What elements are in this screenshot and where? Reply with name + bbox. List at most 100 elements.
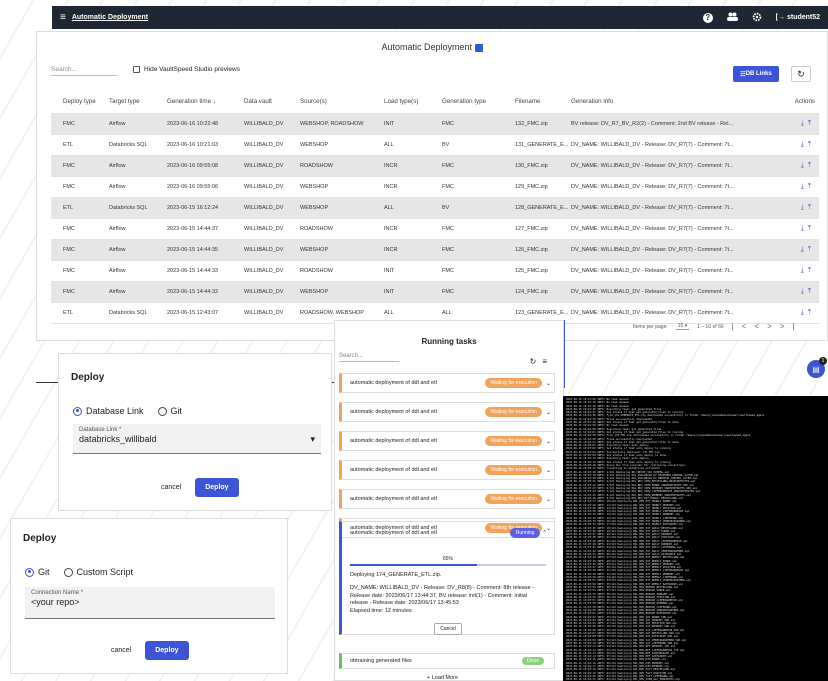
cancel-button[interactable]: cancel	[161, 484, 181, 491]
column-header[interactable]: Filename	[515, 98, 571, 105]
deploy-button[interactable]: Deploy	[195, 478, 239, 497]
table-row[interactable]: ETL Databricks SQL 2023-06-15 16:12:24 WILL…	[51, 198, 819, 219]
table-row[interactable]: FMC Airflow 2023-06-15 14:44:33 WILLIBALD_D…	[51, 261, 819, 282]
column-header[interactable]: Data vault	[244, 98, 300, 105]
field-label: Database Link *	[79, 427, 122, 433]
table-cell: ALL	[384, 142, 394, 148]
logout-button[interactable]: [→ student52	[776, 14, 820, 21]
radio-selected-icon[interactable]	[73, 406, 82, 416]
progress-label: 65%	[442, 556, 453, 562]
download-icon[interactable]: ⤓	[801, 162, 808, 169]
deploy-icon[interactable]: ⤒	[808, 183, 815, 190]
chevron-down-icon[interactable]: ⌄	[546, 467, 551, 474]
filter-icon[interactable]: ≡	[542, 357, 553, 366]
deploy-icon[interactable]: ⤒	[808, 309, 815, 316]
items-per-page-select[interactable]: 10 ▾	[675, 323, 690, 330]
checkbox-icon[interactable]	[133, 66, 140, 73]
deploy-icon[interactable]: ⤒	[808, 120, 815, 127]
deploy-button[interactable]: Deploy	[145, 641, 189, 660]
waiting-task-card[interactable]: automatic deployment of ddl and etl Waiti…	[339, 402, 555, 422]
deploy-icon[interactable]: ⤒	[808, 141, 815, 148]
table-cell: 2023-06-16 10:21:03	[167, 142, 219, 148]
cancel-task-button[interactable]: Cancel	[434, 623, 462, 636]
table-cell: INCR	[384, 184, 398, 190]
status-badge: Running	[509, 528, 541, 538]
cancel-button[interactable]: cancel	[111, 647, 131, 654]
column-header[interactable]: Load type(s)	[384, 98, 442, 105]
db-links-button[interactable]: ☷ DB Links	[733, 66, 779, 82]
elapsed-time: Elapsed time: 12 minutes	[350, 607, 412, 614]
deploy-icon[interactable]: ⤒	[808, 162, 815, 169]
download-icon[interactable]: ⤓	[801, 120, 808, 127]
chevron-down-icon[interactable]: ⌄	[546, 380, 551, 387]
divider	[564, 320, 565, 388]
column-header[interactable]: Source(s)	[300, 98, 384, 105]
download-icon[interactable]: ⤓	[801, 288, 808, 295]
deploying-file: Deploying 174_GENERATE_ETL.zip.	[350, 572, 442, 578]
deploy-icon[interactable]: ⤒	[808, 204, 815, 211]
app-title-link[interactable]: Automatic Deployment	[72, 14, 148, 21]
running-task-card[interactable]: automatic deployment of ddl and etl Runn…	[339, 521, 555, 636]
tasks-fab-button[interactable]: ▤ 1	[807, 357, 827, 378]
done-task-card[interactable]: obtraining generated files Done	[339, 653, 555, 669]
table-cell: FMC	[63, 163, 75, 169]
chevron-down-icon[interactable]: ⌄	[546, 409, 551, 416]
search-input[interactable]: Search...	[51, 66, 117, 76]
radio-database-link[interactable]: Database Link	[73, 406, 144, 416]
waiting-task-card[interactable]: automatic deployment of ddl and etl Waiti…	[339, 460, 555, 480]
download-icon[interactable]: ⤓	[801, 267, 808, 274]
column-header[interactable]: Generation type	[442, 98, 515, 105]
waiting-task-card[interactable]: automatic deployment of ddl and etl Waiti…	[339, 373, 555, 393]
task-search-input[interactable]: Search...	[339, 353, 399, 362]
column-header[interactable]: Deploy type	[51, 98, 109, 105]
table-cell: DV_NAME: WILLIBALD_DV - Release: DV_R7(7…	[571, 247, 734, 253]
download-icon[interactable]: ⤓	[801, 225, 808, 232]
radio-selected-icon[interactable]	[25, 567, 34, 577]
deploy-icon[interactable]: ⤒	[808, 225, 815, 232]
gear-icon[interactable]	[752, 12, 762, 24]
dialog-title: Deploy	[23, 533, 57, 544]
waiting-task-card[interactable]: automatic deployment of ddl and etl Waiti…	[339, 489, 555, 509]
download-icon[interactable]: ⤓	[801, 141, 808, 148]
column-header[interactable]: Target type	[109, 98, 167, 105]
waiting-task-card[interactable]: automatic deployment of ddl and etl Waiti…	[339, 431, 555, 451]
deploy-icon[interactable]: ⤒	[808, 267, 815, 274]
table-row[interactable]: FMC Airflow 2023-06-15 14:44:35 WILLIBALD_D…	[51, 240, 819, 261]
download-icon[interactable]: ⤓	[801, 246, 808, 253]
chevron-down-icon[interactable]: ⌄	[546, 496, 551, 503]
download-icon[interactable]: ⤓	[801, 183, 808, 190]
column-header[interactable]: Generation time ↓	[167, 98, 244, 105]
table-cell: INIT	[384, 268, 395, 274]
chevron-down-icon[interactable]: ⌄	[546, 438, 551, 445]
deploy-icon[interactable]: ⤒	[808, 288, 815, 295]
table-row[interactable]: FMC Airflow 2023-06-16 09:55:08 WILLIBALD_D…	[51, 156, 819, 177]
deploy-icon[interactable]: ⤒	[808, 246, 815, 253]
connection-name-field[interactable]: Connection Name * <your repo>	[25, 587, 275, 619]
help-icon[interactable]: ?	[702, 12, 713, 23]
refresh-button[interactable]: ↻	[791, 66, 811, 82]
load-more-button[interactable]: + Load More	[427, 675, 458, 681]
table-row[interactable]: FMC Airflow 2023-06-15 14:44:37 WILLIBALD_D…	[51, 219, 819, 240]
radio-git[interactable]: Git	[157, 406, 182, 416]
radio-git[interactable]: Git	[25, 567, 50, 577]
table-row[interactable]: ETL Databricks SQL 2023-06-16 10:21:03 WILL…	[51, 135, 819, 156]
page-navigation-icons[interactable]: |<<>>|	[732, 322, 803, 331]
database-link-select[interactable]: Database Link * databricks_willibald ▾	[73, 424, 321, 454]
table-row[interactable]: FMC Airflow 2023-06-16 09:55:06 WILLIBALD_D…	[51, 177, 819, 198]
radio-icon[interactable]	[157, 406, 167, 416]
table-row[interactable]: FMC Airflow 2023-06-16 10:22:48 WILLIBALD_D…	[51, 114, 819, 135]
users-icon[interactable]	[726, 12, 738, 23]
task-name: automatic deployment of ddl and etl	[350, 438, 437, 444]
radio-custom-script[interactable]: Custom Script	[63, 567, 133, 577]
generation-info: DV_NAME: WILLIBALD_DV - Release: DV_R8(8…	[350, 585, 535, 607]
chevron-up-icon[interactable]: ^	[543, 530, 546, 536]
hide-previews-checkbox[interactable]: Hide VaultSpeed Studio previews	[133, 66, 240, 73]
info-badge-icon[interactable]	[474, 43, 483, 52]
refresh-icon[interactable]: ↻	[530, 357, 543, 366]
column-header[interactable]: Generation info	[571, 98, 751, 105]
menu-icon[interactable]: ≡	[60, 12, 66, 23]
radio-icon[interactable]	[63, 567, 73, 577]
download-icon[interactable]: ⤓	[801, 309, 808, 316]
table-row[interactable]: FMC Airflow 2023-06-15 14:44:32 WILLIBALD_D…	[51, 282, 819, 303]
download-icon[interactable]: ⤓	[801, 204, 808, 211]
